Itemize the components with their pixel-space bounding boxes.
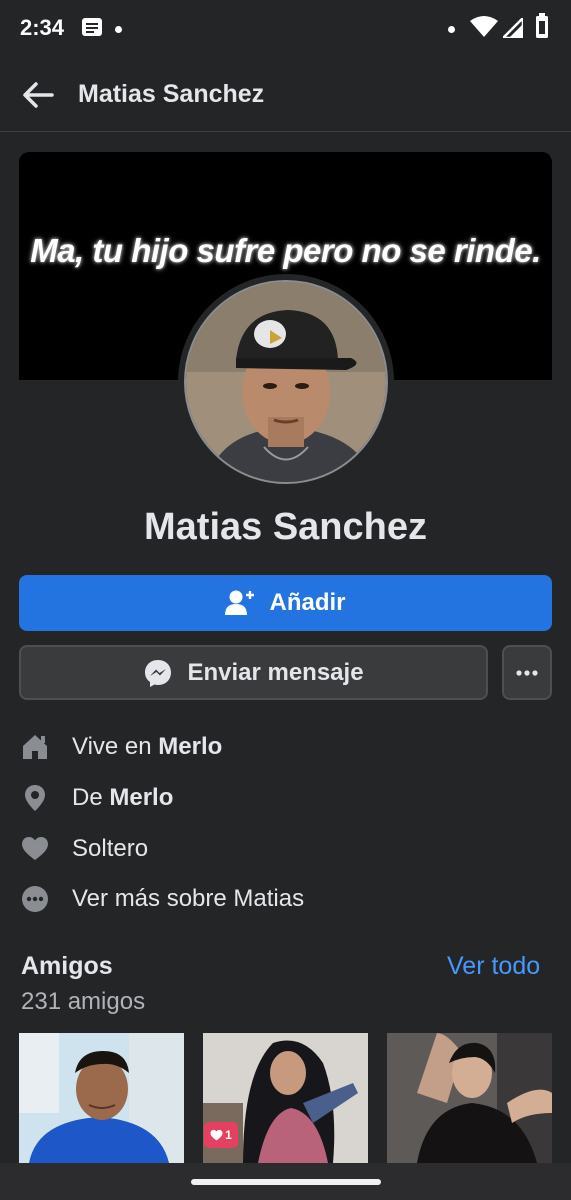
home-icon xyxy=(23,735,47,759)
info-from: De Merlo xyxy=(19,778,552,818)
info-lives-in-text: Vive en Merlo xyxy=(72,733,223,760)
likes-badge: 1 xyxy=(204,1122,238,1148)
dot-icon xyxy=(115,26,122,33)
cell-signal-icon xyxy=(503,18,523,38)
friend-photo xyxy=(387,1033,552,1163)
relationship-status: Soltero xyxy=(72,835,149,862)
lives-in-city: Merlo xyxy=(158,733,223,760)
add-friend-icon xyxy=(225,590,255,615)
dot-icon xyxy=(448,26,455,33)
add-friend-button[interactable]: Añadir xyxy=(19,575,552,631)
heart-icon xyxy=(210,1129,223,1141)
status-time: 2:34 xyxy=(20,15,65,40)
status-bar: 2:34 xyxy=(0,0,571,58)
profile-name: Matias Sanchez xyxy=(144,506,427,548)
gesture-navigation-bar xyxy=(0,1163,571,1200)
see-more-about-link[interactable]: Ver más sobre Matias xyxy=(72,885,304,913)
friend-thumbnail[interactable]: 1 xyxy=(203,1033,368,1163)
messenger-icon xyxy=(145,659,172,687)
profile-photo xyxy=(186,282,386,482)
friends-heading: Amigos xyxy=(21,952,113,980)
info-from-text: De Merlo xyxy=(72,784,174,811)
home-gesture-handle[interactable] xyxy=(191,1179,381,1185)
location-pin-icon xyxy=(25,785,45,811)
page-title: Matias Sanchez xyxy=(78,80,265,108)
send-message-label: Enviar mensaje xyxy=(187,658,364,686)
friend-thumbnail[interactable] xyxy=(19,1033,184,1163)
back-arrow-icon[interactable] xyxy=(18,76,58,116)
info-see-more[interactable]: Ver más sobre Matias xyxy=(19,879,552,919)
app-bar: Matias Sanchez xyxy=(0,58,571,132)
friend-thumbnail[interactable] xyxy=(387,1033,552,1163)
from-city: Merlo xyxy=(109,784,174,811)
more-horizontal-icon xyxy=(516,670,538,676)
heart-icon xyxy=(22,837,48,860)
see-all-friends-link[interactable]: Ver todo xyxy=(447,952,540,981)
friend-photo xyxy=(19,1033,184,1163)
info-lives-in: Vive en Merlo xyxy=(19,727,552,767)
send-message-button[interactable]: Enviar mensaje xyxy=(19,645,488,700)
more-circle-icon xyxy=(22,886,48,912)
more-options-button[interactable] xyxy=(502,645,552,700)
friends-count: 231 amigos xyxy=(21,988,146,1015)
info-relationship: Soltero xyxy=(19,829,552,869)
add-friend-label: Añadir xyxy=(269,589,346,616)
avatar[interactable] xyxy=(184,280,388,484)
battery-icon xyxy=(536,13,548,38)
message-notification-icon xyxy=(82,18,102,36)
wifi-icon xyxy=(470,16,498,37)
likes-count: 1 xyxy=(225,1128,232,1142)
cover-text: Ma, tu hijo sufre pero no se rinde. xyxy=(30,232,541,269)
